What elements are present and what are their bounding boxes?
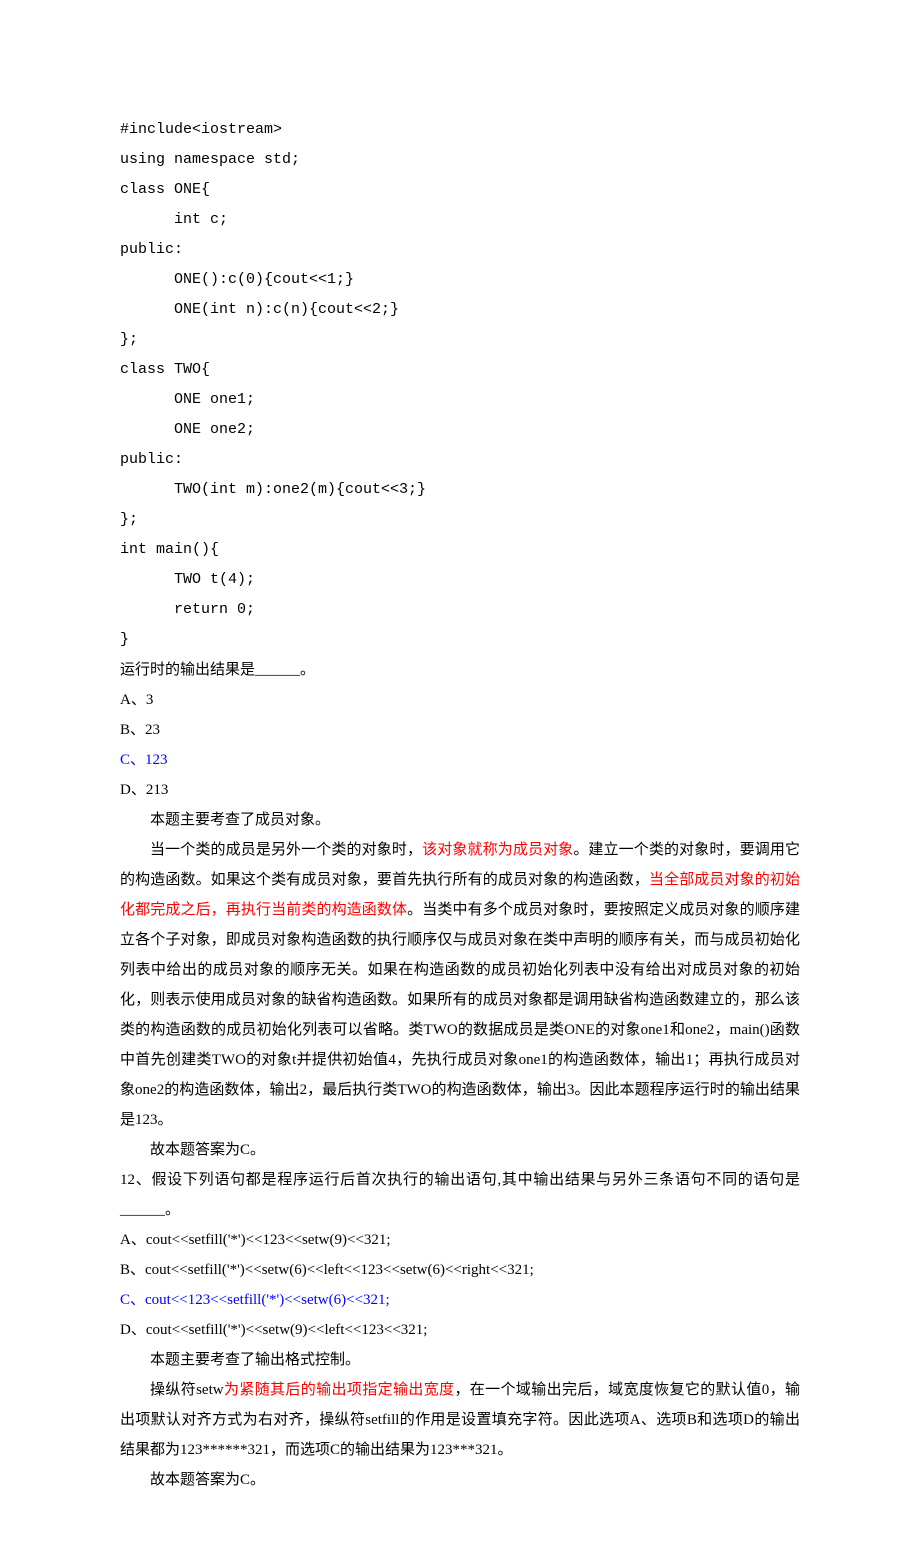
option-c: C、123: [120, 745, 800, 775]
code-line: };: [120, 325, 800, 355]
code-line: ONE one1;: [120, 385, 800, 415]
highlight-text: 该对象就称为成员对象: [422, 842, 573, 858]
explanation-para: 操纵符setw为紧随其后的输出项指定输出宽度，在一个域输出完后，域宽度恢复它的默…: [120, 1375, 800, 1465]
question-stem: 12、假设下列语句都是程序运行后首次执行的输出语句,其中输出结果与另外三条语句不…: [120, 1165, 800, 1225]
code-line: TWO t(4);: [120, 565, 800, 595]
code-line: class TWO{: [120, 355, 800, 385]
code-line: public:: [120, 235, 800, 265]
option-a: A、cout<<setfill('*')<<123<<setw(9)<<321;: [120, 1225, 800, 1255]
code-line: };: [120, 505, 800, 535]
highlight-text: 为紧随其后的输出项指定输出宽度: [224, 1382, 455, 1398]
document-page: #include<iostream> using namespace std; …: [0, 0, 920, 1555]
explanation-para: 当一个类的成员是另外一个类的对象时，该对象就称为成员对象。建立一个类的对象时，要…: [120, 835, 800, 1135]
code-line: public:: [120, 445, 800, 475]
text: 当一个类的成员是另外一个类的对象时，: [150, 842, 422, 858]
option-b: B、cout<<setfill('*')<<setw(6)<<left<<123…: [120, 1255, 800, 1285]
code-line: class ONE{: [120, 175, 800, 205]
code-line: ONE():c(0){cout<<1;}: [120, 265, 800, 295]
text: 。当类中有多个成员对象时，要按照定义成员对象的顺序建立各个子对象，即成员对象构造…: [120, 902, 800, 1128]
code-line: int main(){: [120, 535, 800, 565]
code-line: #include<iostream>: [120, 115, 800, 145]
explanation-line: 故本题答案为C。: [120, 1135, 800, 1165]
option-d: D、cout<<setfill('*')<<setw(9)<<left<<123…: [120, 1315, 800, 1345]
code-line: ONE(int n):c(n){cout<<2;}: [120, 295, 800, 325]
code-line: ONE one2;: [120, 415, 800, 445]
explanation-line: 本题主要考查了输出格式控制。: [120, 1345, 800, 1375]
option-c: C、cout<<123<<setfill('*')<<setw(6)<<321;: [120, 1285, 800, 1315]
question-stem: 运行时的输出结果是______。: [120, 655, 800, 685]
option-d: D、213: [120, 775, 800, 805]
code-line: }: [120, 625, 800, 655]
code-line: TWO(int m):one2(m){cout<<3;}: [120, 475, 800, 505]
text: 操纵符setw: [150, 1382, 224, 1398]
code-line: int c;: [120, 205, 800, 235]
option-a: A、3: [120, 685, 800, 715]
option-b: B、23: [120, 715, 800, 745]
code-line: return 0;: [120, 595, 800, 625]
explanation-line: 本题主要考查了成员对象。: [120, 805, 800, 835]
explanation-line: 故本题答案为C。: [120, 1465, 800, 1495]
code-line: using namespace std;: [120, 145, 800, 175]
